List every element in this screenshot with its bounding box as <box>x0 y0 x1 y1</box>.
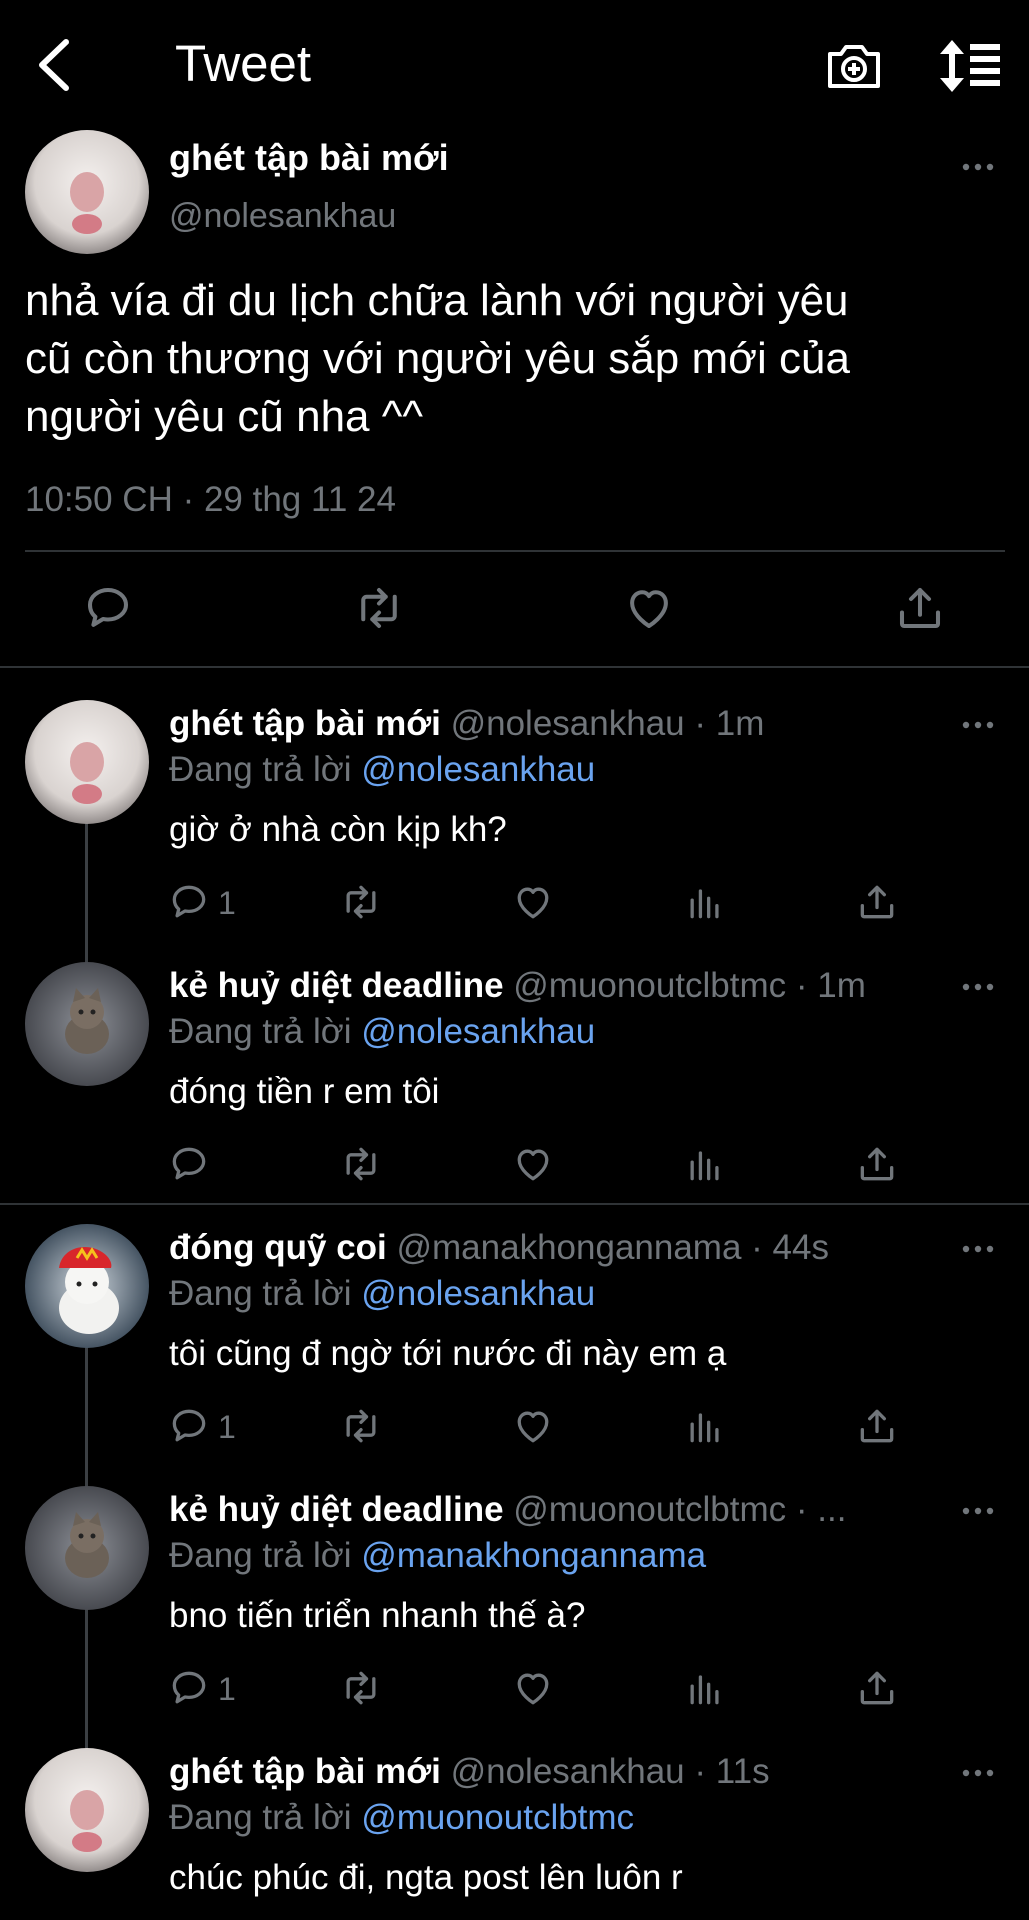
author-name[interactable]: ghét tập bài mới <box>169 137 449 179</box>
mention-link[interactable]: @nolesankhau <box>361 1012 595 1051</box>
reply-text: chúc phúc đi, ngta post lên luôn r <box>169 1858 683 1897</box>
thread-line <box>85 1346 88 1488</box>
reply-time: · ... <box>795 1490 847 1529</box>
avatar[interactable] <box>25 130 149 254</box>
top-bar: Tweet <box>0 0 1029 130</box>
reply-time: · 11s <box>694 1752 770 1791</box>
share-icon[interactable] <box>855 1666 899 1710</box>
reply-text: bno tiến triển nhanh thế à? <box>169 1596 586 1635</box>
divider <box>0 1203 1029 1205</box>
views-icon[interactable] <box>683 1404 727 1448</box>
reply-time: · 1m <box>694 704 765 743</box>
retweet-icon[interactable] <box>339 1142 383 1186</box>
like-icon[interactable] <box>511 1142 555 1186</box>
avatar[interactable] <box>25 962 149 1086</box>
author-handle[interactable]: @nolesankhau <box>169 197 396 236</box>
views-icon[interactable] <box>683 1142 727 1186</box>
share-icon[interactable] <box>893 581 947 635</box>
more-options-icon[interactable] <box>960 979 996 995</box>
mention-link[interactable]: @nolesankhau <box>361 1274 595 1313</box>
reply-icon[interactable] <box>167 1404 211 1448</box>
more-options-icon[interactable] <box>960 1765 996 1781</box>
reply-count: 1 <box>218 1409 236 1445</box>
avatar[interactable] <box>25 1486 149 1610</box>
share-icon[interactable] <box>855 1404 899 1448</box>
more-options-icon[interactable] <box>960 717 996 733</box>
reply-icon[interactable] <box>81 581 135 635</box>
reply-author-name[interactable]: ghét tập bài mới @nolesankhau · 1m <box>169 704 764 744</box>
reply-icon[interactable] <box>167 880 211 924</box>
views-icon[interactable] <box>683 1666 727 1710</box>
mention-link[interactable]: @muonoutclbtmc <box>361 1798 634 1837</box>
retweet-icon[interactable] <box>339 880 383 924</box>
share-icon[interactable] <box>855 1142 899 1186</box>
tweet-timestamp: 10:50 CH · 29 thg 11 24 <box>25 480 396 519</box>
mention-link[interactable]: @manakhongannama <box>361 1536 706 1575</box>
sort-icon[interactable] <box>938 38 1002 94</box>
replying-to: Đang trả lời @nolesankhau <box>169 1274 596 1313</box>
reply-author-handle[interactable]: @muonoutclbtmc <box>513 966 786 1005</box>
reply-count: 1 <box>218 885 236 921</box>
share-icon[interactable] <box>855 880 899 924</box>
like-icon[interactable] <box>622 581 676 635</box>
tweet-text: nhả vía đi du lịch chữa lành với người y… <box>25 276 850 441</box>
page-title: Tweet <box>175 35 312 92</box>
reply-icon[interactable] <box>167 1142 211 1186</box>
replying-to: Đang trả lời @nolesankhau <box>169 1012 596 1051</box>
reply-text: tôi cũng đ ngờ tới nước đi này em ạ <box>169 1334 727 1373</box>
reply-author-handle[interactable]: @muonoutclbtmc <box>513 1490 786 1529</box>
reply-time: · 1m <box>795 966 866 1005</box>
avatar[interactable] <box>25 1224 149 1348</box>
reply-time: · 44s <box>751 1228 829 1267</box>
avatar[interactable] <box>25 700 149 824</box>
reply-author-handle[interactable]: @nolesankhau <box>451 1752 685 1791</box>
reply-count: 1 <box>218 1671 236 1707</box>
replying-to: Đang trả lời @nolesankhau <box>169 750 596 789</box>
like-icon[interactable] <box>511 880 555 924</box>
camera-plus-icon[interactable] <box>825 38 883 96</box>
more-options-icon[interactable] <box>960 159 996 175</box>
like-icon[interactable] <box>511 1404 555 1448</box>
back-arrow-icon[interactable] <box>30 36 76 94</box>
reply-author-handle[interactable]: @manakhongannama <box>397 1228 742 1267</box>
retweet-icon[interactable] <box>339 1666 383 1710</box>
more-options-icon[interactable] <box>960 1503 996 1519</box>
reply-author-name[interactable]: kẻ huỷ diệt deadline @muonoutclbtmc · 1m <box>169 966 866 1006</box>
replying-to: Đang trả lời @manakhongannama <box>169 1536 707 1575</box>
reply-author-name[interactable]: ghét tập bài mới @nolesankhau · 11s <box>169 1752 770 1792</box>
reply-icon[interactable] <box>167 1666 211 1710</box>
retweet-icon[interactable] <box>352 581 406 635</box>
more-options-icon[interactable] <box>960 1241 996 1257</box>
divider <box>25 550 1005 552</box>
thread-line <box>85 1608 88 1750</box>
thread-line <box>85 822 88 964</box>
like-icon[interactable] <box>511 1666 555 1710</box>
avatar[interactable] <box>25 1748 149 1872</box>
reply-author-name[interactable]: đóng quỹ coi @manakhongannama · 44s <box>169 1228 829 1268</box>
replying-to: Đang trả lời @muonoutclbtmc <box>169 1798 635 1837</box>
reply-author-handle[interactable]: @nolesankhau <box>451 704 685 743</box>
reply-text: giờ ở nhà còn kịp kh? <box>169 810 507 849</box>
divider <box>0 666 1029 668</box>
retweet-icon[interactable] <box>339 1404 383 1448</box>
mention-link[interactable]: @nolesankhau <box>361 750 595 789</box>
views-icon[interactable] <box>683 880 727 924</box>
reply-author-name[interactable]: kẻ huỷ diệt deadline @muonoutclbtmc · ..… <box>169 1490 939 1530</box>
reply-text: đóng tiền r em tôi <box>169 1072 440 1111</box>
